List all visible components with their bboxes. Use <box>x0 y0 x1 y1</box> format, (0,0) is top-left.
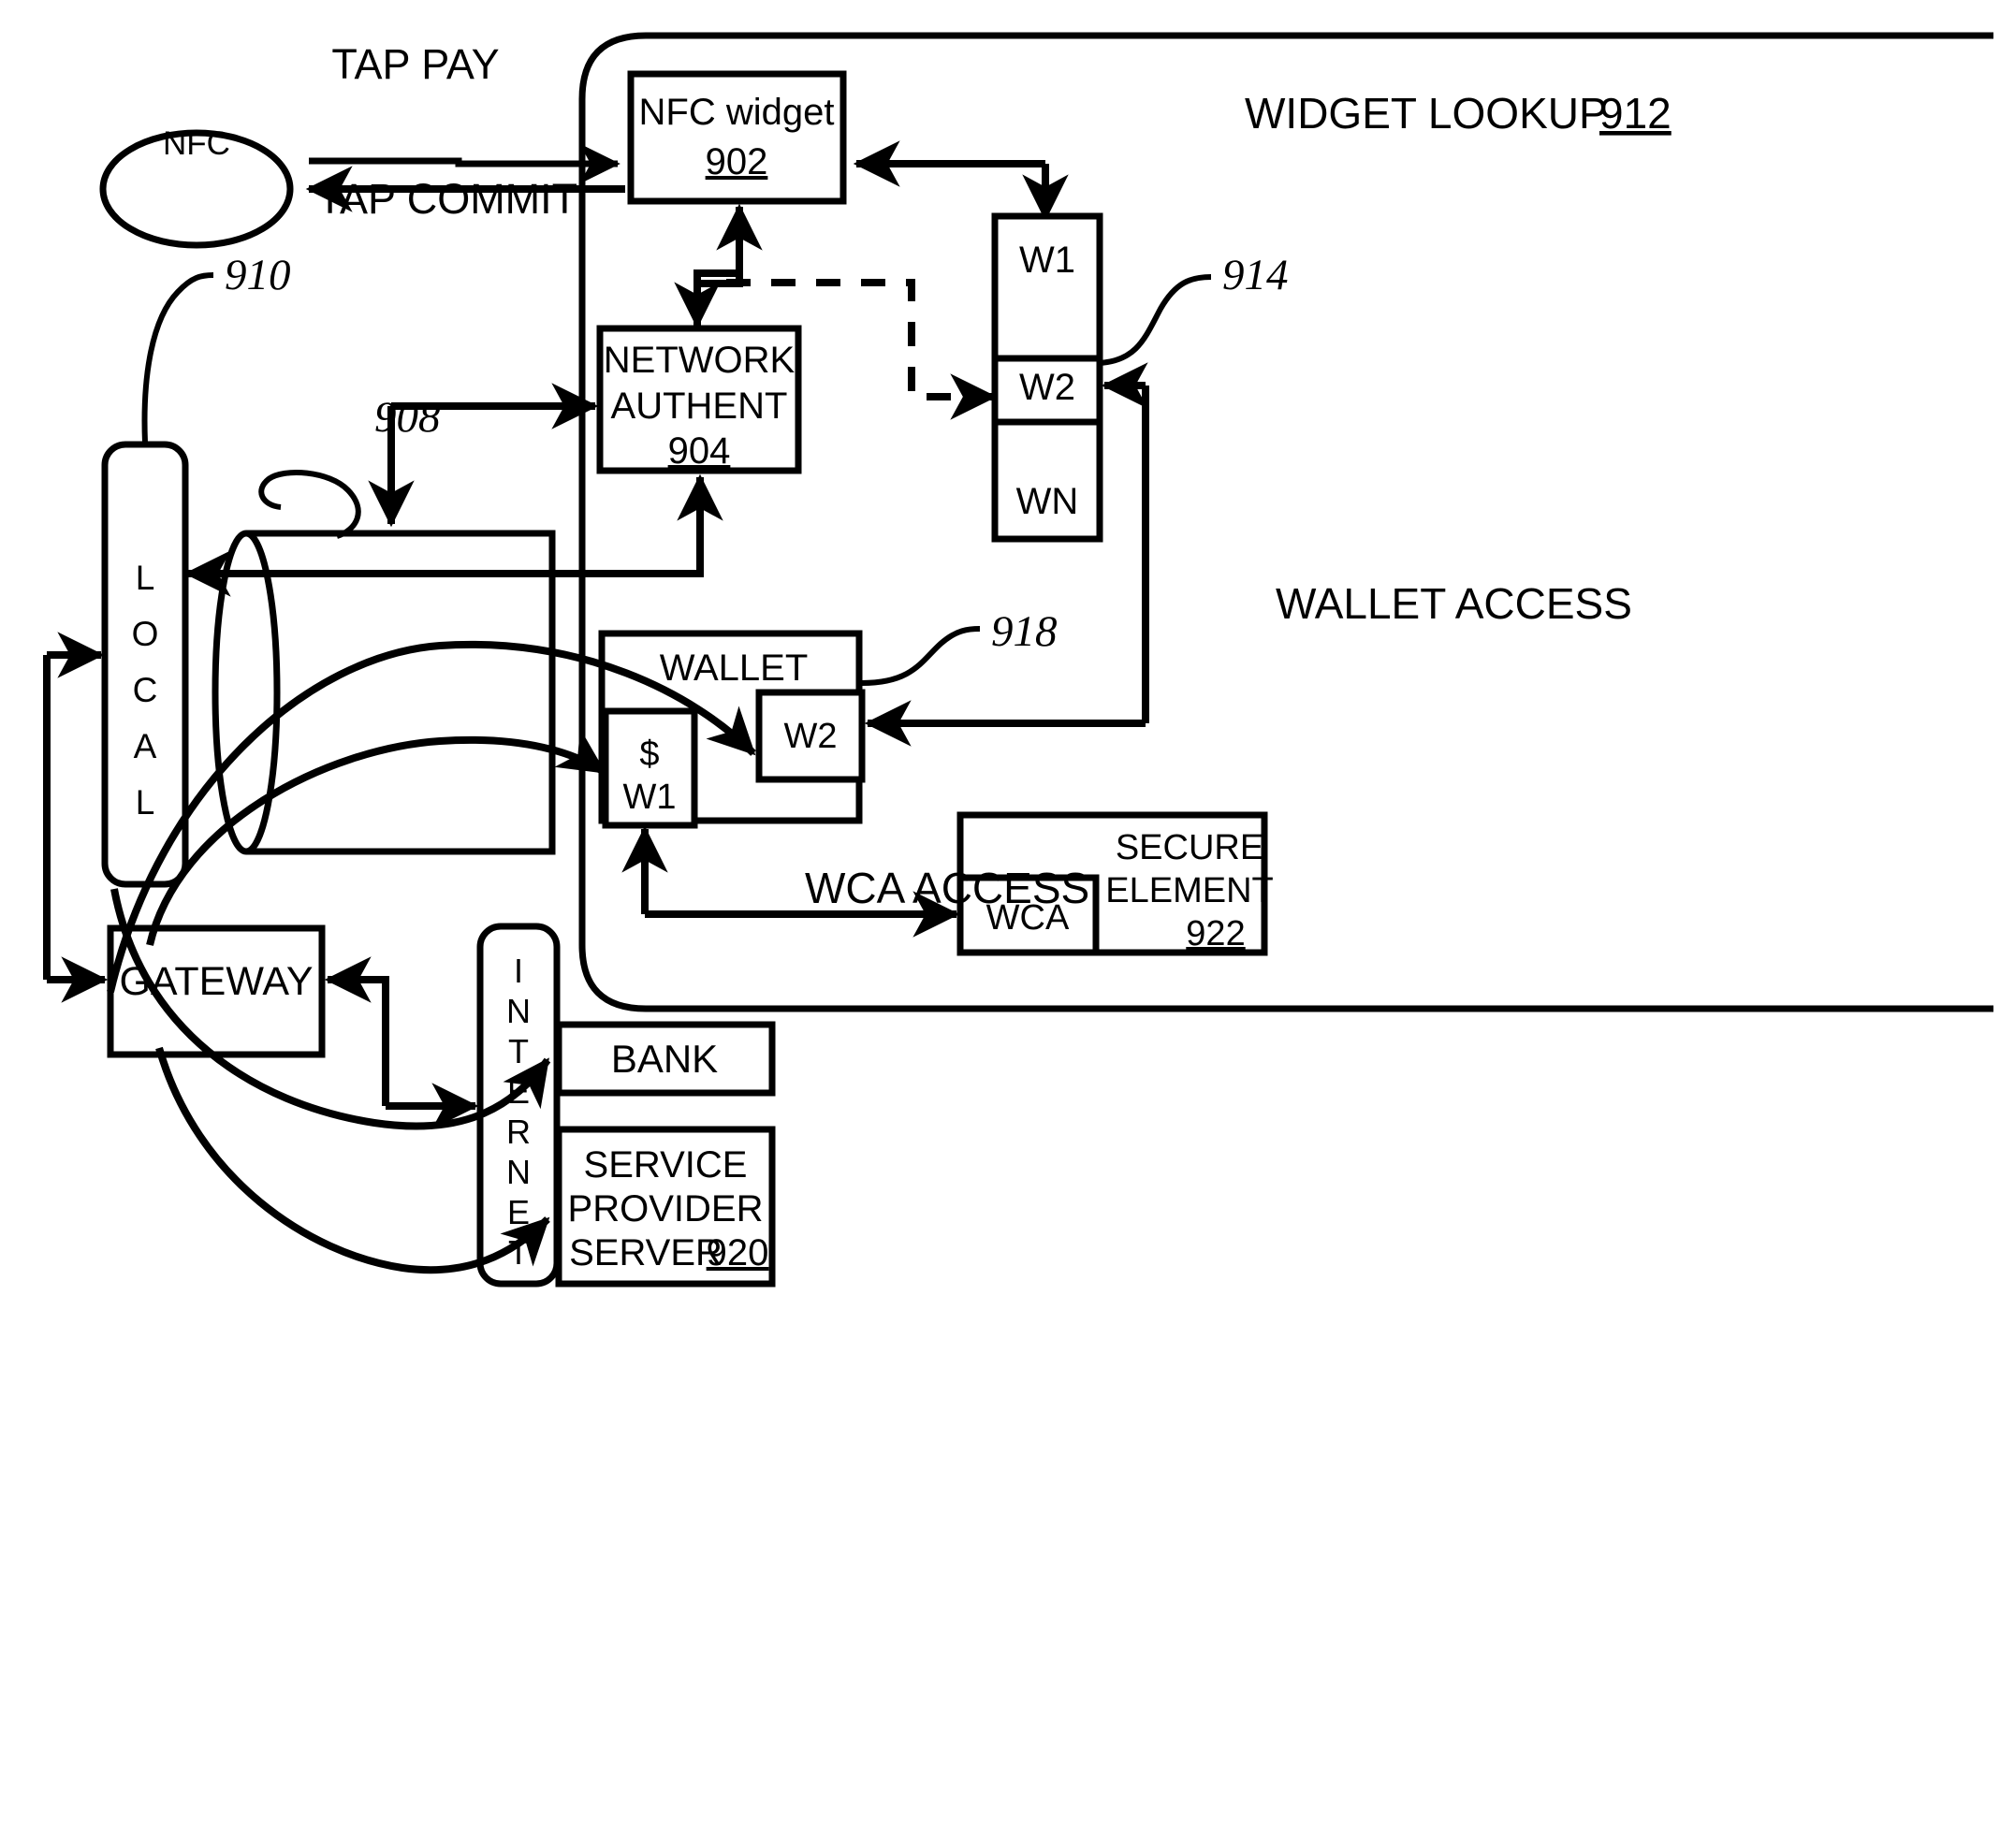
figure-canvas: NFC TAP PAY TAP COMMIT NFC widget 902 WI… <box>0 0 2000 1848</box>
secure-element-ref: 922 <box>1186 914 1245 953</box>
wallet-item-w2-label: W2 <box>784 717 838 756</box>
nfc-widget-ref: 902 <box>706 141 768 182</box>
internet-letter-6: E <box>507 1193 530 1231</box>
nfc-widget-label: NFC widget <box>639 92 835 133</box>
widget-list-label-wn: WN <box>1016 481 1079 522</box>
ref-908: 908 <box>374 393 441 442</box>
tap-pay-label: TAP PAY <box>331 40 499 88</box>
internet-letter-5: N <box>506 1153 531 1191</box>
wallet-item-w1-currency: $ <box>639 735 659 774</box>
widget-lookup-label: WIDGET LOOKUP <box>1245 89 1608 138</box>
internet-letter-3: E <box>507 1072 530 1111</box>
wallet-item-w1-label: W1 <box>623 778 677 817</box>
sps-line3: SERVER <box>569 1232 723 1273</box>
local-letter-4: L <box>136 783 155 822</box>
widget-list-label-w2: W2 <box>1019 367 1075 408</box>
sps-ref: 920 <box>707 1232 769 1273</box>
widget-list-label-w1: W1 <box>1019 240 1075 281</box>
secure-element-line1: SECURE <box>1116 828 1263 867</box>
local-letter-2: C <box>133 671 158 709</box>
local-letter-0: L <box>136 559 155 597</box>
diagram-text-layer: NFC TAP PAY TAP COMMIT NFC widget 902 WI… <box>119 40 1672 1273</box>
ref-918: 918 <box>991 607 1058 656</box>
ref-910: 910 <box>225 251 291 299</box>
wallet-label: WALLET <box>660 648 809 689</box>
network-authent-line1: NETWORK <box>604 340 796 381</box>
internet-letter-7: T <box>508 1233 529 1272</box>
sps-line1: SERVICE <box>584 1144 748 1186</box>
internet-letter-0: I <box>514 952 523 990</box>
ref-914: 914 <box>1222 251 1289 299</box>
bank-label: BANK <box>611 1037 718 1081</box>
local-letter-3: A <box>134 727 157 765</box>
internet-letter-1: N <box>506 992 531 1030</box>
gateway-label: GATEWAY <box>119 959 313 1004</box>
network-authent-ref: 904 <box>668 430 731 472</box>
wallet-access-label: WALLET ACCESS <box>1276 579 1632 628</box>
network-authent-line2: AUTHENT <box>611 386 788 427</box>
nfc-ellipse-label: NFC <box>163 125 230 162</box>
internet-letter-2: T <box>508 1032 529 1070</box>
local-letter-1: O <box>132 615 159 653</box>
widget-lookup-ref: 912 <box>1599 89 1672 138</box>
secure-element-line2: ELEMENT <box>1105 871 1273 910</box>
tap-commit-label: TAP COMMIT <box>317 175 577 223</box>
sps-line2: PROVIDER <box>568 1188 764 1230</box>
wca-label: WCA <box>986 898 1070 938</box>
internet-letter-4: R <box>506 1113 531 1151</box>
